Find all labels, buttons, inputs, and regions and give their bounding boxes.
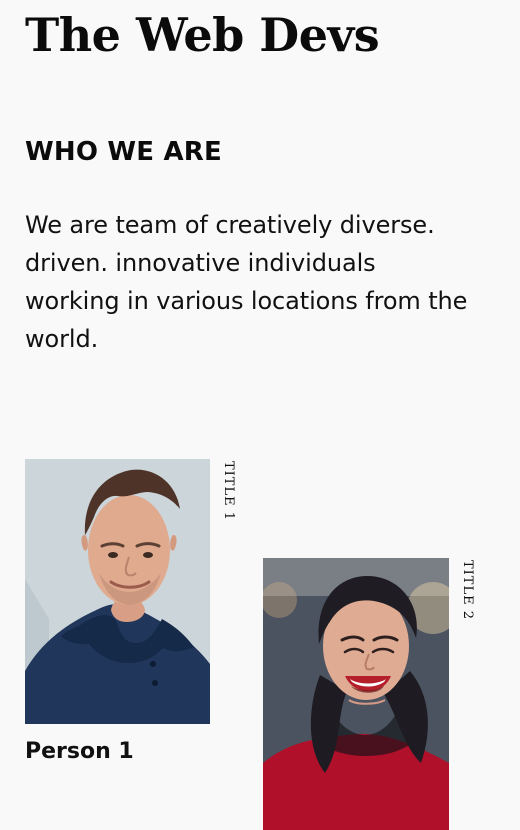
- who-we-are-heading: WHO WE ARE: [25, 137, 222, 167]
- page: The Web Devs WHO WE ARE We are team of c…: [0, 0, 520, 830]
- team-member-1-name: Person 1: [25, 739, 134, 764]
- intro-line-3: working in various locations from the: [25, 287, 468, 315]
- team-member-2-portrait: [263, 558, 449, 830]
- intro-paragraph: We are team of creatively diverse. drive…: [25, 206, 510, 358]
- site-title: The Web Devs: [25, 8, 380, 62]
- team-member-2-photo: [263, 558, 449, 830]
- team-member-1-photo: [25, 459, 210, 724]
- intro-line-1: We are team of creatively diverse.: [25, 211, 435, 239]
- intro-line-2: driven. innovative individuals: [25, 249, 376, 277]
- team-member-1-title: TITLE 1: [221, 461, 236, 522]
- intro-line-4: world.: [25, 325, 99, 353]
- team-member-2-title: TITLE 2: [460, 560, 475, 621]
- team-member-1-portrait: [25, 459, 210, 724]
